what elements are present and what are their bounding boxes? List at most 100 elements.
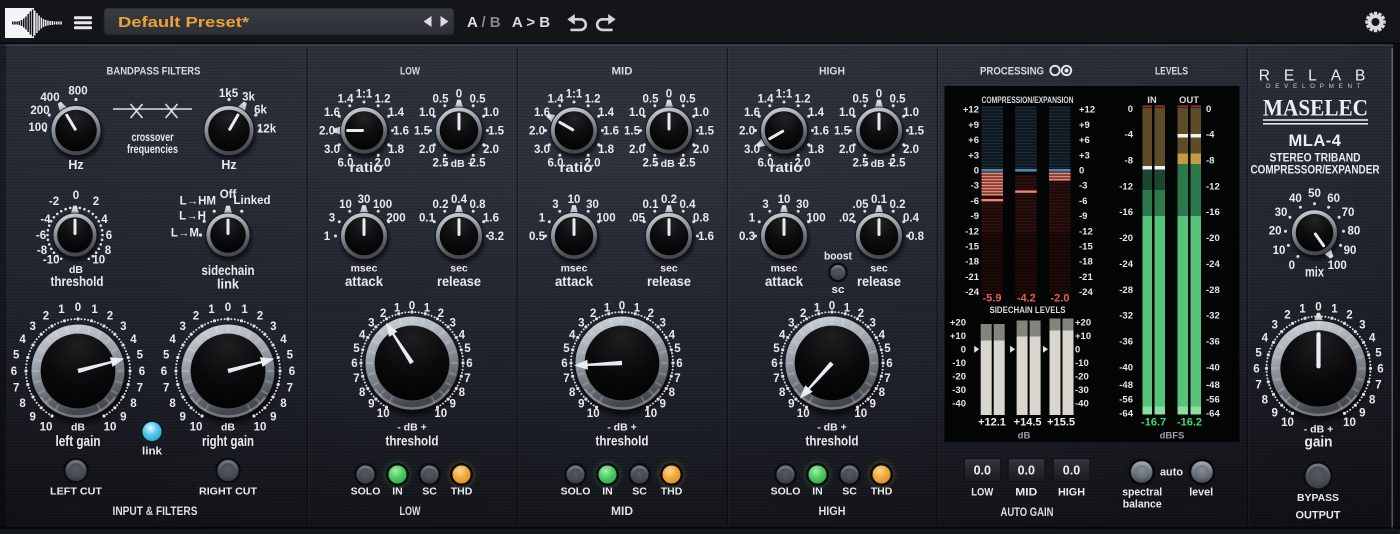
svg-text:1: 1 (324, 231, 331, 243)
svg-text:4: 4 (459, 329, 466, 341)
svg-text:2.0: 2.0 (903, 144, 919, 156)
svg-text:2: 2 (93, 196, 99, 208)
svg-text:SIDECHAIN LEVELS: SIDECHAIN LEVELS (990, 305, 1066, 316)
svg-text:0.0: 0.0 (1063, 464, 1080, 478)
svg-text:3: 3 (869, 317, 875, 329)
svg-text:1.6: 1.6 (698, 231, 714, 243)
svg-text:9: 9 (788, 399, 794, 411)
svg-text:attack: attack (765, 273, 803, 289)
svg-text:-48: -48 (1119, 380, 1133, 391)
svg-text:-3: -3 (971, 181, 979, 192)
svg-text:6: 6 (886, 358, 892, 370)
svg-text:100: 100 (28, 122, 47, 134)
svg-text:-56: -56 (1206, 394, 1220, 405)
svg-text:1: 1 (1331, 304, 1338, 316)
svg-text:5: 5 (163, 350, 170, 362)
svg-text:100: 100 (1328, 260, 1347, 272)
svg-text:6: 6 (11, 366, 17, 378)
svg-text:SC: SC (842, 486, 857, 498)
svg-text:release: release (437, 273, 481, 289)
svg-text:3: 3 (578, 317, 584, 329)
svg-text:-6: -6 (1079, 196, 1087, 207)
svg-text:OUTPUT: OUTPUT (1296, 509, 1341, 521)
svg-text:0: 0 (225, 302, 231, 314)
svg-text:0: 0 (961, 345, 966, 356)
svg-text:MID: MID (611, 506, 633, 518)
svg-text:+3: +3 (1079, 150, 1090, 161)
svg-text:100: 100 (596, 213, 615, 225)
svg-text:0: 0 (1128, 104, 1133, 115)
svg-text:0: 0 (456, 89, 462, 101)
svg-text:1.6: 1.6 (483, 213, 499, 225)
svg-text:1: 1 (539, 213, 546, 225)
svg-text:BYPASS: BYPASS (1297, 492, 1339, 504)
svg-text:HIGH: HIGH (1058, 486, 1085, 498)
svg-text:-10: -10 (1075, 358, 1089, 369)
svg-text:1: 1 (634, 303, 641, 315)
svg-text:1: 1 (604, 303, 611, 315)
svg-text:COMPRESSOR/EXPANDER: COMPRESSOR/EXPANDER (1251, 164, 1381, 176)
svg-text:10: 10 (254, 422, 267, 434)
svg-text:SC: SC (632, 486, 647, 498)
svg-text:-20: -20 (1075, 372, 1089, 383)
svg-text:right gain: right gain (202, 434, 254, 450)
svg-text:3: 3 (329, 213, 335, 225)
svg-text:0.2: 0.2 (890, 199, 906, 211)
svg-text:1.6: 1.6 (534, 107, 550, 119)
svg-text:1: 1 (394, 303, 401, 315)
svg-text:1.8: 1.8 (598, 144, 615, 156)
svg-text:HIGH: HIGH (819, 65, 845, 77)
svg-text:LOW: LOW (971, 486, 994, 498)
svg-text:4: 4 (669, 329, 676, 341)
svg-text:6: 6 (1377, 363, 1383, 375)
svg-text:-40: -40 (1206, 362, 1220, 373)
svg-text:-21: -21 (1079, 272, 1093, 283)
svg-text:0.3: 0.3 (739, 231, 755, 243)
svg-text:200: 200 (386, 213, 405, 225)
svg-text:DEVELOPMENT: DEVELOPMENT (1266, 83, 1364, 90)
svg-text:1.4: 1.4 (338, 94, 355, 106)
svg-text:- dB +: - dB + (444, 158, 473, 170)
svg-text:100: 100 (806, 213, 825, 225)
svg-text:4: 4 (569, 329, 576, 341)
svg-text:threshold: threshold (806, 432, 859, 448)
svg-text:1:1: 1:1 (356, 89, 373, 101)
svg-text:-9: -9 (1079, 211, 1087, 222)
svg-text:-30: -30 (1075, 385, 1089, 396)
svg-text:0.1: 0.1 (643, 199, 660, 211)
svg-text:COMPRESSION/EXPANSION: COMPRESSION/EXPANSION (982, 95, 1074, 106)
svg-text:7: 7 (773, 373, 779, 385)
svg-text:L→H: L→H (179, 211, 206, 223)
svg-text:2.0: 2.0 (319, 126, 335, 138)
svg-text:4: 4 (101, 214, 108, 226)
svg-text:3: 3 (270, 321, 276, 333)
svg-text:7: 7 (137, 383, 143, 395)
svg-text:-5.9: -5.9 (983, 293, 1002, 305)
svg-text:4: 4 (779, 329, 786, 341)
svg-text:6: 6 (106, 230, 112, 242)
svg-text:50: 50 (1308, 188, 1321, 200)
svg-text:6: 6 (1253, 363, 1259, 375)
svg-text:MID: MID (612, 65, 633, 77)
svg-text:7: 7 (1375, 380, 1381, 392)
svg-text:5: 5 (674, 343, 681, 355)
svg-text:2: 2 (43, 311, 49, 323)
svg-text:3: 3 (762, 199, 768, 211)
svg-text:-32: -32 (1119, 311, 1133, 322)
svg-text:10: 10 (377, 408, 390, 420)
svg-text:4: 4 (359, 329, 366, 341)
svg-text:10: 10 (92, 255, 105, 267)
svg-text:1k5: 1k5 (219, 88, 239, 100)
svg-text:5: 5 (884, 343, 891, 355)
svg-text:9: 9 (368, 399, 374, 411)
svg-text:2: 2 (858, 308, 864, 320)
svg-text:-4.2: -4.2 (1017, 293, 1036, 305)
svg-text:4: 4 (280, 334, 287, 346)
svg-text:auto: auto (1160, 466, 1183, 478)
svg-text:-9: -9 (971, 211, 979, 222)
svg-text:100: 100 (373, 199, 392, 211)
svg-text:0.5: 0.5 (853, 94, 870, 106)
svg-text:3: 3 (449, 317, 455, 329)
svg-text:-28: -28 (1206, 285, 1220, 296)
svg-text:0.1: 0.1 (871, 194, 888, 206)
